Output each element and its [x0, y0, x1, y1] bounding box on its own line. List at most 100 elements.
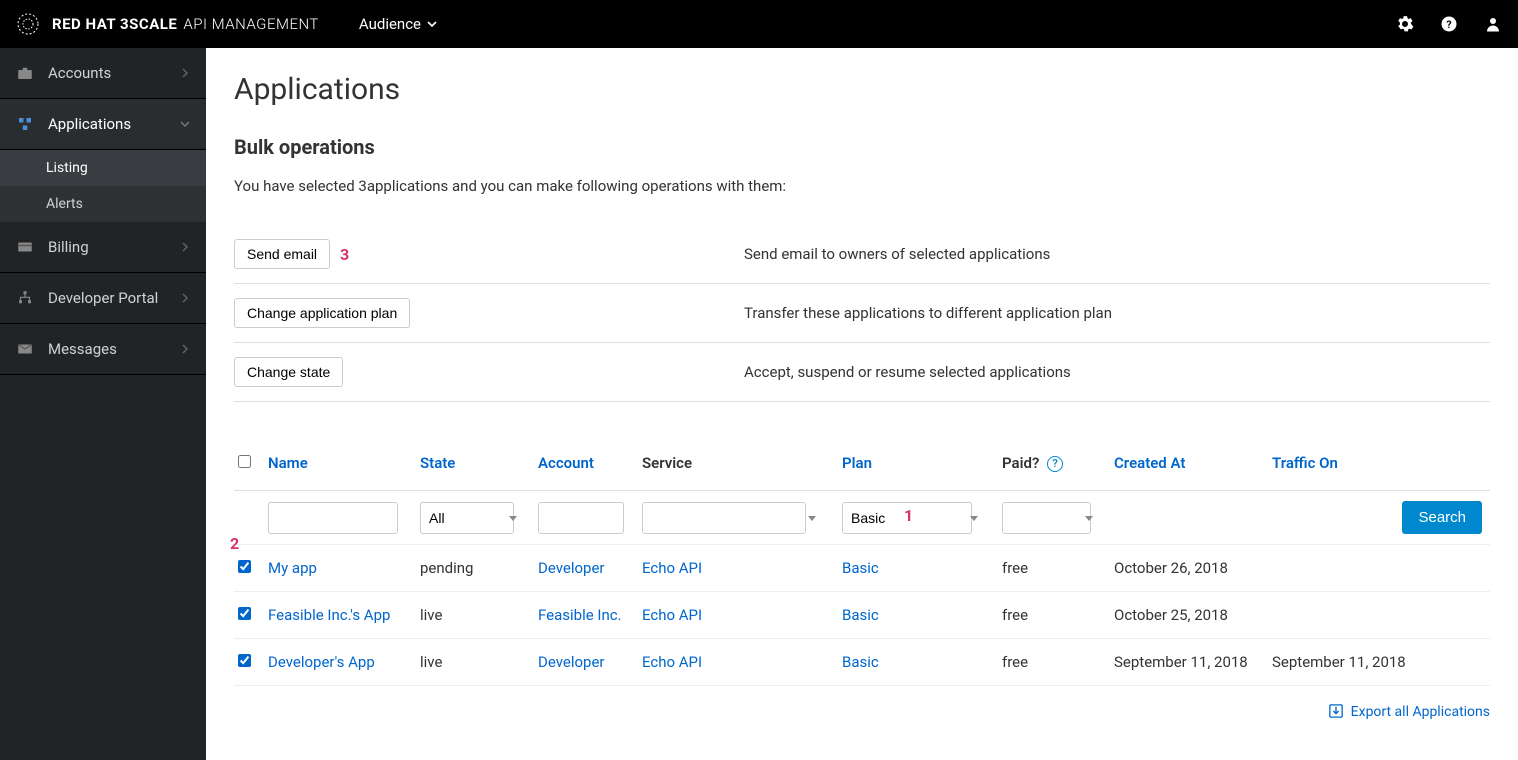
col-header-created[interactable]: Created At: [1114, 442, 1272, 491]
brand-name: RED HAT 3SCALE: [52, 15, 177, 33]
bulk-op-desc: Send email to owners of selected applica…: [744, 245, 1050, 263]
bulk-row-change-plan: Change application plan Transfer these a…: [234, 284, 1490, 343]
annotation-3: 3: [340, 245, 349, 264]
sidebar-item-label: Applications: [48, 115, 180, 133]
col-header-plan[interactable]: Plan: [842, 442, 1002, 491]
col-header-service: Service: [642, 442, 842, 491]
page-title: Applications: [234, 72, 1490, 107]
filter-state-select[interactable]: All: [420, 502, 514, 534]
cell-state: live: [420, 639, 538, 686]
cell-traffic: September 11, 2018: [1272, 639, 1490, 686]
sidebar-item-messages[interactable]: Messages: [0, 324, 206, 375]
cell-traffic: [1272, 545, 1490, 592]
gear-icon[interactable]: [1396, 15, 1414, 33]
account-link[interactable]: Feasible Inc.: [538, 606, 622, 624]
table-row: Feasible Inc.'s App live Feasible Inc. E…: [234, 592, 1490, 639]
service-link[interactable]: Echo API: [642, 606, 702, 624]
cell-paid: free: [1002, 639, 1114, 686]
sidebar-item-label: Billing: [48, 238, 180, 256]
annotation-1: 1: [904, 506, 913, 525]
sidebar-item-label: Developer Portal: [48, 289, 180, 307]
cell-state: pending: [420, 545, 538, 592]
sidebar: Accounts Applications Listing Alerts Bil…: [0, 48, 206, 760]
filter-service-select[interactable]: [642, 502, 806, 534]
service-link[interactable]: Echo API: [642, 559, 702, 577]
bulk-title: Bulk operations: [234, 135, 1490, 159]
brand-sub: API MANAGEMENT: [183, 15, 319, 33]
plan-link[interactable]: Basic: [842, 559, 879, 577]
filter-row: All Basic1 Search: [234, 491, 1490, 545]
sidebar-sub-listing[interactable]: Listing: [0, 150, 206, 186]
cell-paid: free: [1002, 545, 1114, 592]
cubes-icon: [16, 115, 34, 133]
cell-state: live: [420, 592, 538, 639]
chevron-down-icon: [427, 19, 437, 29]
sidebar-item-applications[interactable]: Applications: [0, 99, 206, 150]
bulk-description: You have selected 3applications and you …: [234, 177, 1490, 195]
sidebar-sub-alerts[interactable]: Alerts: [0, 186, 206, 222]
bulk-row-change-state: Change state Accept, suspend or resume s…: [234, 343, 1490, 402]
topnav-label: Audience: [359, 15, 421, 33]
app-name-link[interactable]: My app: [268, 559, 317, 577]
col-header-paid: Paid? ?: [1002, 442, 1114, 491]
help-circle-icon[interactable]: ?: [1047, 456, 1063, 472]
send-email-button[interactable]: Send email: [234, 239, 330, 269]
filter-paid-select[interactable]: [1002, 502, 1091, 534]
user-icon[interactable]: [1484, 15, 1502, 33]
annotation-2: 2: [230, 534, 239, 553]
topnav-audience[interactable]: Audience: [359, 15, 437, 33]
col-header-state[interactable]: State: [420, 442, 538, 491]
chevron-right-icon: [180, 242, 190, 252]
service-link[interactable]: Echo API: [642, 653, 702, 671]
row-checkbox[interactable]: [238, 607, 251, 620]
filter-account-input[interactable]: [538, 502, 624, 534]
sidebar-item-developer-portal[interactable]: Developer Portal: [0, 273, 206, 324]
cell-created: October 26, 2018: [1114, 545, 1272, 592]
cell-created: September 11, 2018: [1114, 639, 1272, 686]
sidebar-item-billing[interactable]: Billing: [0, 222, 206, 273]
briefcase-icon: [16, 64, 34, 82]
sitemap-icon: [16, 289, 34, 307]
cell-traffic: [1272, 592, 1490, 639]
chevron-down-icon: [180, 119, 190, 129]
export-link[interactable]: Export all Applications: [1329, 704, 1490, 720]
cell-paid: free: [1002, 592, 1114, 639]
envelope-icon: [16, 340, 34, 358]
topbar: RED HAT 3SCALE API MANAGEMENT Audience ?: [0, 0, 1518, 48]
cell-created: October 25, 2018: [1114, 592, 1272, 639]
plan-link[interactable]: Basic: [842, 606, 879, 624]
credit-card-icon: [16, 238, 34, 256]
row-checkbox[interactable]: [238, 560, 251, 573]
export-icon: [1329, 704, 1343, 718]
help-icon[interactable]: ?: [1440, 15, 1458, 33]
bulk-row-send-email: Send email 3 Send email to owners of sel…: [234, 225, 1490, 284]
col-header-account[interactable]: Account: [538, 442, 642, 491]
change-state-button[interactable]: Change state: [234, 357, 343, 387]
applications-table: Name State Account Service Plan Paid? ? …: [234, 442, 1490, 686]
bulk-op-desc: Transfer these applications to different…: [744, 304, 1112, 322]
col-header-traffic[interactable]: Traffic On: [1272, 442, 1490, 491]
app-name-link[interactable]: Developer's App: [268, 653, 375, 671]
chevron-right-icon: [180, 68, 190, 78]
change-plan-button[interactable]: Change application plan: [234, 298, 410, 328]
chevron-right-icon: [180, 344, 190, 354]
main-content: Applications Bulk operations You have se…: [206, 48, 1518, 760]
search-button[interactable]: Search: [1402, 501, 1482, 534]
sidebar-item-label: Accounts: [48, 64, 180, 82]
table-row: My app pending Developer Echo API Basic …: [234, 545, 1490, 592]
logo-icon: [16, 12, 40, 36]
table-row: Developer's App live Developer Echo API …: [234, 639, 1490, 686]
row-checkbox[interactable]: [238, 654, 251, 667]
filter-name-input[interactable]: [268, 502, 398, 534]
svg-text:?: ?: [1446, 18, 1451, 31]
plan-link[interactable]: Basic: [842, 653, 879, 671]
account-link[interactable]: Developer: [538, 653, 605, 671]
account-link[interactable]: Developer: [538, 559, 605, 577]
select-all-checkbox[interactable]: [238, 455, 251, 468]
sidebar-item-accounts[interactable]: Accounts: [0, 48, 206, 99]
chevron-right-icon: [180, 293, 190, 303]
col-header-name[interactable]: Name: [268, 442, 420, 491]
bulk-op-desc: Accept, suspend or resume selected appli…: [744, 363, 1071, 381]
app-name-link[interactable]: Feasible Inc.'s App: [268, 606, 390, 624]
sidebar-item-label: Messages: [48, 340, 180, 358]
